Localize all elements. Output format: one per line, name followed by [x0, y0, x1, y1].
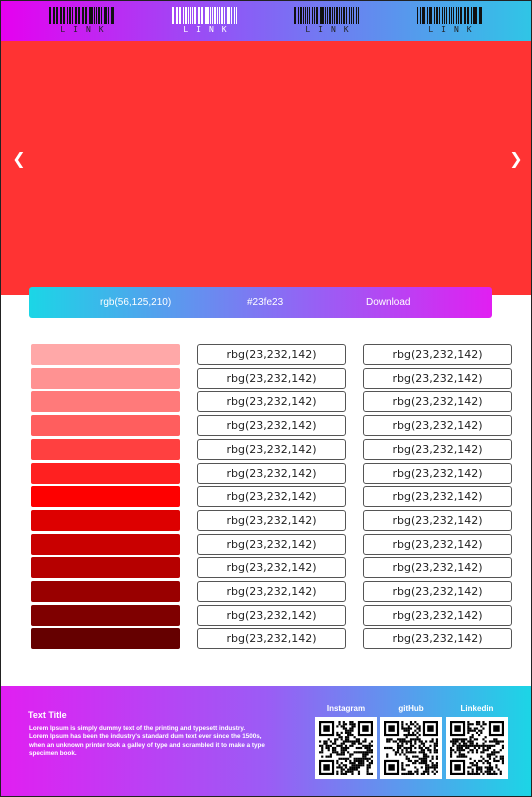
social-linkedin[interactable]: Linkedin [446, 703, 508, 779]
color-value-cell[interactable]: rbg(23,232,142) [363, 415, 512, 436]
color-swatch[interactable] [31, 486, 180, 507]
color-swatch[interactable] [31, 628, 180, 649]
color-info-bar: rgb(56,125,210) #23fe23 Download [29, 287, 492, 318]
color-value-cell[interactable]: rbg(23,232,142) [197, 557, 346, 578]
qr-code-icon [315, 717, 377, 779]
color-swatch[interactable] [31, 581, 180, 602]
color-value-cell[interactable]: rbg(23,232,142) [197, 510, 346, 531]
rgb-value[interactable]: rgb(56,125,210) [100, 287, 171, 318]
footer-description: Lorem Ipsum is simply dummy text of the … [29, 725, 265, 758]
color-value-cell[interactable]: rbg(23,232,142) [363, 344, 512, 365]
color-value-cell[interactable]: rbg(23,232,142) [363, 463, 512, 484]
color-value-cell[interactable]: rbg(23,232,142) [197, 534, 346, 555]
color-value-cell[interactable]: rbg(23,232,142) [363, 391, 512, 412]
color-value-cell[interactable]: rbg(23,232,142) [197, 439, 346, 460]
color-value-cell[interactable]: rbg(23,232,142) [363, 534, 512, 555]
social-label: Instagram [326, 704, 366, 713]
hex-value[interactable]: #23fe23 [247, 287, 283, 318]
color-value-cell[interactable]: rbg(23,232,142) [197, 463, 346, 484]
social-github[interactable]: gitHub [380, 703, 442, 779]
color-swatch[interactable] [31, 415, 180, 436]
color-swatch[interactable] [31, 534, 180, 555]
hero-color-banner: ❮ ❯ [1, 41, 531, 295]
barcode-icon [417, 7, 483, 24]
color-swatch[interactable] [31, 368, 180, 389]
color-value-cell[interactable]: rbg(23,232,142) [197, 628, 346, 649]
download-button[interactable]: Download [366, 287, 410, 318]
color-value-cell[interactable]: rbg(23,232,142) [363, 628, 512, 649]
color-swatch[interactable] [31, 391, 180, 412]
nav-link-2[interactable]: LINK [172, 7, 238, 37]
color-value-cell[interactable]: rbg(23,232,142) [197, 581, 346, 602]
carousel-prev-button[interactable]: ❮ [9, 147, 29, 171]
color-swatch[interactable] [31, 510, 180, 531]
footer-title: Text Title [28, 710, 67, 720]
color-value-cell[interactable]: rbg(23,232,142) [197, 344, 346, 365]
color-value-cell[interactable]: rbg(23,232,142) [363, 605, 512, 626]
top-nav-bar: LINK LINK LINK LINK [1, 1, 531, 41]
color-value-cell[interactable]: rbg(23,232,142) [197, 605, 346, 626]
nav-link-label: LINK [305, 25, 357, 34]
nav-link-label: LINK [183, 25, 235, 34]
nav-link-label: LINK [60, 25, 112, 34]
color-swatch[interactable] [31, 463, 180, 484]
barcode-icon [294, 7, 360, 24]
color-value-cell[interactable]: rbg(23,232,142) [363, 486, 512, 507]
social-label: Linkedin [460, 704, 494, 713]
social-label: gitHub [398, 704, 424, 713]
color-swatch[interactable] [31, 605, 180, 626]
nav-link-4[interactable]: LINK [417, 7, 483, 37]
social-instagram[interactable]: Instagram [315, 703, 377, 779]
color-value-cell[interactable]: rbg(23,232,142) [363, 368, 512, 389]
color-value-cell[interactable]: rbg(23,232,142) [197, 391, 346, 412]
nav-link-3[interactable]: LINK [294, 7, 360, 37]
nav-link-1[interactable]: LINK [49, 7, 115, 37]
chevron-right-icon: ❯ [509, 149, 523, 168]
color-value-cell[interactable]: rbg(23,232,142) [363, 439, 512, 460]
color-swatch[interactable] [31, 344, 180, 365]
carousel-next-button[interactable]: ❯ [506, 147, 526, 171]
footer: Text Title Lorem Ipsum is simply dummy t… [1, 686, 531, 796]
color-value-cell[interactable]: rbg(23,232,142) [197, 368, 346, 389]
qr-code-icon [380, 717, 442, 779]
chevron-left-icon: ❮ [12, 149, 26, 168]
color-swatch[interactable] [31, 557, 180, 578]
color-swatch[interactable] [31, 439, 180, 460]
qr-code-icon [446, 717, 508, 779]
color-value-cell[interactable]: rbg(23,232,142) [197, 415, 346, 436]
nav-link-label: LINK [428, 25, 480, 34]
barcode-icon [49, 7, 115, 24]
color-value-cell[interactable]: rbg(23,232,142) [363, 510, 512, 531]
color-value-cell[interactable]: rbg(23,232,142) [197, 486, 346, 507]
color-value-cell[interactable]: rbg(23,232,142) [363, 557, 512, 578]
page-frame: LINK LINK LINK LINK ❮ ❯ rgb(56,125,210) … [0, 0, 532, 797]
color-value-cell[interactable]: rbg(23,232,142) [363, 581, 512, 602]
barcode-icon [172, 7, 238, 24]
